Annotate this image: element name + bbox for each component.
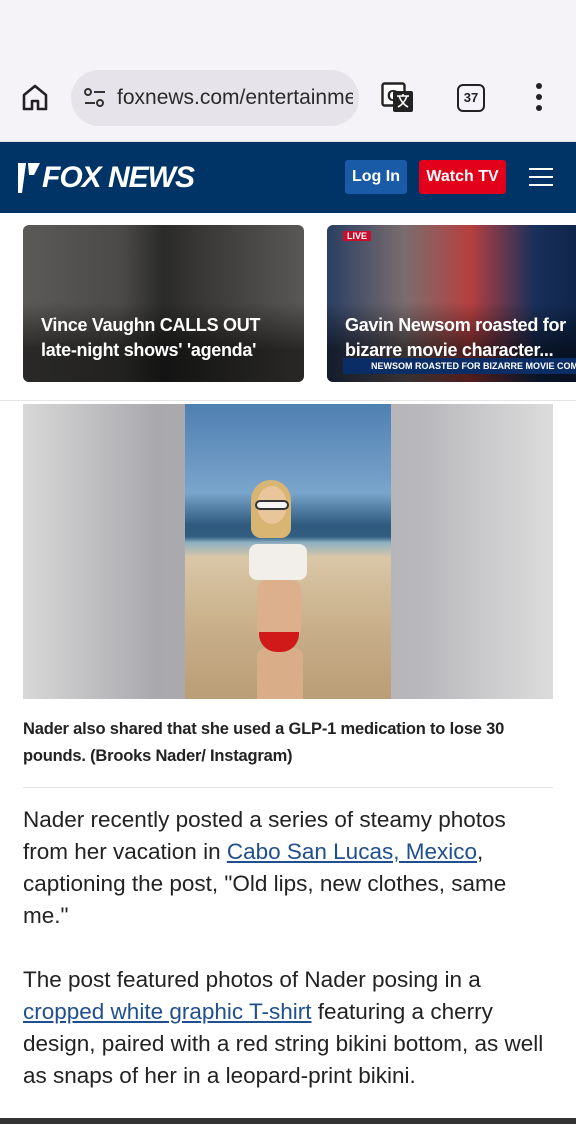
- article-paragraph: Nader recently posted a series of steamy…: [23, 807, 507, 928]
- site-header: FOX NEWS Log In Watch TV: [0, 142, 576, 213]
- tabs-icon[interactable]: 37: [457, 84, 485, 112]
- story-card[interactable]: LIVE Gavin Newsom roasted for bizarre mo…: [327, 225, 576, 382]
- login-button[interactable]: Log In: [345, 160, 407, 194]
- translate-icon[interactable]: G: [381, 82, 415, 114]
- article-paragraph: The post featured photos of Nader posing…: [23, 967, 544, 1088]
- article-photo[interactable]: [23, 404, 553, 699]
- more-vert-icon[interactable]: [529, 80, 551, 114]
- watch-tv-button[interactable]: Watch TV: [419, 160, 506, 194]
- status-bar-area: [0, 0, 576, 68]
- bottom-edge: [0, 1118, 576, 1124]
- cabo-link[interactable]: Cabo San Lucas, Mexico: [227, 839, 477, 864]
- news-chyron: NEWSOM ROASTED FOR BIZARRE MOVIE COMPARI…: [343, 358, 576, 374]
- browser-toolbar: foxnews.com/entertainme G 37: [0, 68, 576, 142]
- divider: [0, 400, 576, 401]
- live-badge: LIVE: [343, 231, 372, 241]
- story-carousel[interactable]: Vince Vaughn CALLS OUT late-night shows'…: [23, 225, 576, 383]
- tshirt-link[interactable]: cropped white graphic T-shirt: [23, 999, 311, 1024]
- photo-caption: Nader also shared that she used a GLP-1 …: [23, 720, 505, 765]
- url-text[interactable]: foxnews.com/entertainme: [117, 86, 353, 110]
- divider: [23, 787, 553, 788]
- logo-text: FOX NEWS: [42, 161, 195, 194]
- site-settings-icon[interactable]: [83, 87, 107, 109]
- home-icon[interactable]: [20, 82, 50, 112]
- beach-photo: [185, 404, 391, 699]
- fox-news-logo[interactable]: FOX NEWS: [16, 160, 195, 196]
- story-card-title[interactable]: Vince Vaughn CALLS OUT late-night shows'…: [41, 313, 296, 363]
- address-bar[interactable]: foxnews.com/entertainme: [71, 70, 359, 126]
- story-card[interactable]: Vince Vaughn CALLS OUT late-night shows'…: [23, 225, 304, 382]
- fox-slash-icon: [18, 163, 40, 193]
- story-card-title[interactable]: Gavin Newsom roasted for bizarre movie c…: [345, 313, 576, 363]
- hamburger-menu-icon[interactable]: [529, 168, 553, 188]
- article-body: Nader recently posted a series of steamy…: [23, 804, 553, 1124]
